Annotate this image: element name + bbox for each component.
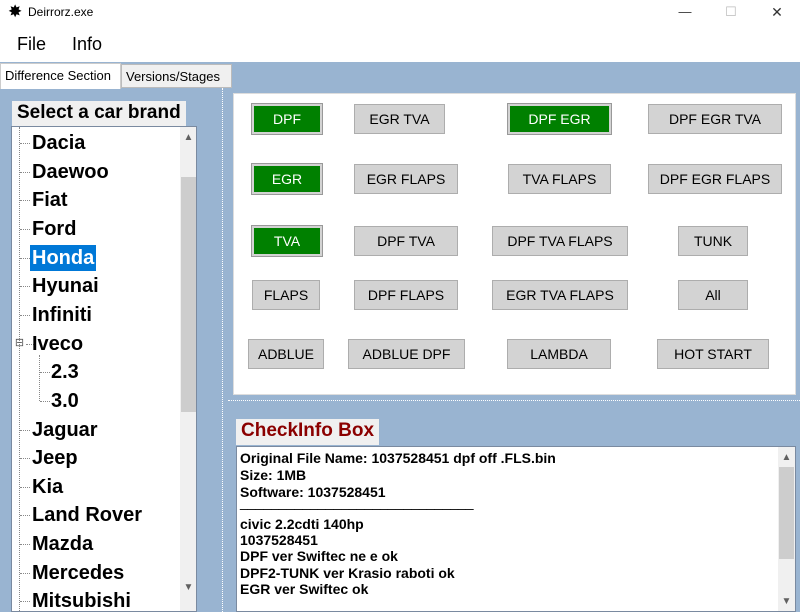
tree-item-infiniti[interactable]: Infiniti: [30, 302, 94, 328]
button-adblue[interactable]: ADBLUE: [248, 339, 324, 369]
tree-item-iveco-3-0[interactable]: 3.0: [49, 388, 81, 414]
tree-line: [39, 355, 40, 401]
tree-item-land-rover[interactable]: Land Rover: [30, 502, 144, 528]
tree-connector: [20, 172, 30, 173]
checkinfo-line: Original File Name: 1037528451 dpf off .…: [240, 450, 556, 466]
menu-file[interactable]: File: [17, 34, 46, 55]
brand-tree[interactable]: Dacia Daewoo Fiat Ford Honda Hyunai Infi…: [11, 126, 197, 612]
tree-connector: [20, 430, 30, 431]
checkinfo-line: DPF2-TUNK ver Krasio raboti ok: [240, 565, 455, 581]
button-egr-flaps[interactable]: EGR FLAPS: [354, 164, 458, 194]
tree-connector: [20, 258, 30, 259]
button-dpf-egr-tva[interactable]: DPF EGR TVA: [648, 104, 782, 134]
scroll-thumb[interactable]: [779, 467, 794, 559]
title-bar: ✸ Deirrorz.exe — ☐ ✕: [0, 0, 800, 26]
tree-connector: [20, 143, 30, 144]
checkinfo-label: CheckInfo Box: [236, 419, 380, 445]
tree-connector: [20, 286, 30, 287]
button-dpf-flaps[interactable]: DPF FLAPS: [354, 280, 458, 310]
checkinfo-scrollbar[interactable]: ▲ ▼: [778, 447, 795, 611]
tree-item-kia[interactable]: Kia: [30, 474, 65, 500]
checkinfo-line: DPF ver Swiftec ne e ok: [240, 548, 398, 564]
tree-item-hyunai[interactable]: Hyunai: [30, 273, 101, 299]
tab-versions-stages[interactable]: Versions/Stages: [121, 64, 232, 88]
checkinfo-line: EGR ver Swiftec ok: [240, 581, 369, 597]
button-dpf-tva[interactable]: DPF TVA: [354, 226, 458, 256]
tree-connector: [20, 200, 30, 201]
menu-info[interactable]: Info: [72, 34, 102, 55]
button-adblue-dpf[interactable]: ADBLUE DPF: [348, 339, 465, 369]
tree-item-fiat[interactable]: Fiat: [30, 187, 70, 213]
scroll-down-icon[interactable]: ▼: [778, 593, 795, 610]
tree-connector: [20, 229, 30, 230]
button-tva-flaps[interactable]: TVA FLAPS: [508, 164, 611, 194]
button-egr-tva-flaps[interactable]: EGR TVA FLAPS: [492, 280, 628, 310]
brand-panel-label: Select a car brand: [12, 101, 186, 126]
button-flaps[interactable]: FLAPS: [252, 280, 320, 310]
checkinfo-separator-line: ______________________________: [240, 494, 474, 510]
button-lambda[interactable]: LAMBDA: [507, 339, 611, 369]
button-tunk[interactable]: TUNK: [678, 226, 748, 256]
button-dpf[interactable]: DPF: [251, 103, 323, 135]
checkinfo-line: Size: 1MB: [240, 467, 307, 483]
tree-item-jeep[interactable]: Jeep: [30, 445, 80, 471]
checkinfo-line: civic 2.2cdti 140hp: [240, 516, 364, 532]
minimize-button[interactable]: —: [662, 0, 708, 26]
checkinfo-textbox[interactable]: Original File Name: 1037528451 dpf off .…: [236, 446, 796, 612]
tree-connector: [20, 487, 30, 488]
tree-item-iveco-2-3[interactable]: 2.3: [49, 359, 81, 385]
button-egr[interactable]: EGR: [251, 163, 323, 195]
scroll-up-icon[interactable]: ▲: [180, 129, 196, 146]
tab-difference-section[interactable]: Difference Section: [0, 63, 121, 89]
tree-connector: [20, 315, 30, 316]
tree-item-dacia[interactable]: Dacia: [30, 130, 87, 156]
tree-connector: [20, 515, 30, 516]
tree-item-mazda[interactable]: Mazda: [30, 531, 95, 557]
tree-item-ford[interactable]: Ford: [30, 216, 78, 242]
app-icon: ✸: [8, 2, 23, 21]
button-all[interactable]: All: [678, 280, 748, 310]
tree-item-honda[interactable]: Honda: [30, 245, 97, 271]
tree-item-daewoo[interactable]: Daewoo: [30, 159, 111, 185]
tree-item-mitsubishi[interactable]: Mitsubishi: [30, 588, 133, 611]
tree-connector: [20, 601, 30, 602]
scroll-down-icon[interactable]: ▼: [180, 579, 196, 596]
close-button[interactable]: ✕: [754, 0, 800, 26]
tree-connector: [20, 544, 30, 545]
collapse-icon[interactable]: ⊟: [14, 338, 25, 350]
scroll-up-icon[interactable]: ▲: [778, 449, 795, 466]
window-title: Deirrorz.exe: [28, 5, 94, 19]
button-dpf-tva-flaps[interactable]: DPF TVA FLAPS: [492, 226, 628, 256]
tree-connector: [20, 573, 30, 574]
maximize-button[interactable]: ☐: [708, 0, 754, 26]
menu-bar: File Info: [0, 30, 800, 60]
scroll-thumb[interactable]: [181, 177, 196, 412]
button-hot-start[interactable]: HOT START: [657, 339, 769, 369]
tree-scrollbar[interactable]: ▲ ▼: [180, 127, 196, 611]
tree-item-iveco[interactable]: Iveco: [30, 331, 85, 357]
tree-item-jaguar[interactable]: Jaguar: [30, 417, 100, 443]
tree-connector: [20, 458, 30, 459]
checkinfo-line: 1037528451: [240, 532, 318, 548]
button-tva[interactable]: TVA: [251, 225, 323, 257]
tree-item-mercedes[interactable]: Mercedes: [30, 560, 126, 586]
button-egr-tva[interactable]: EGR TVA: [354, 104, 445, 134]
horizontal-splitter[interactable]: [228, 400, 800, 408]
button-dpf-egr[interactable]: DPF EGR: [507, 103, 612, 135]
button-dpf-egr-flaps[interactable]: DPF EGR FLAPS: [648, 164, 782, 194]
